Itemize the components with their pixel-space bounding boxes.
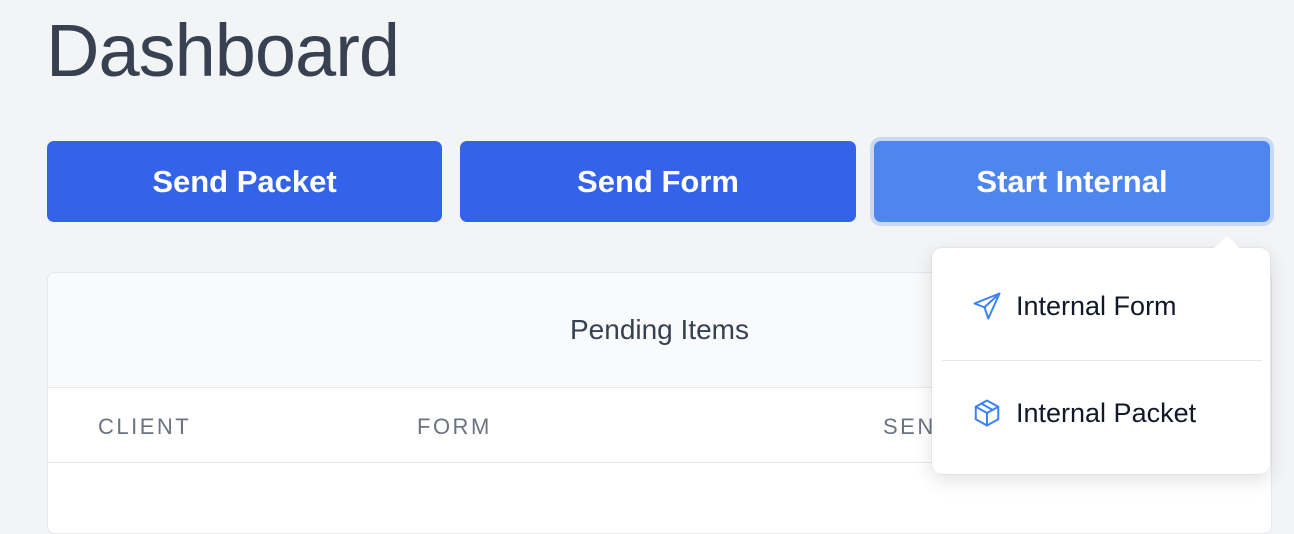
dropdown-item-label: Internal Packet (1016, 397, 1197, 428)
paper-plane-icon (973, 292, 1001, 320)
package-box-icon (974, 399, 1000, 427)
page-title: Dashboard (46, 9, 400, 92)
column-header-sent[interactable]: SEN (883, 414, 936, 440)
start-internal-dropdown: Internal Form Internal Packet (932, 235, 1270, 474)
send-form-button[interactable]: Send Form (460, 141, 856, 222)
dropdown-divider (942, 360, 1262, 361)
dropdown-item-internal-packet[interactable]: Internal Packet (932, 363, 1270, 463)
start-internal-button[interactable]: Start Internal (874, 141, 1270, 222)
pending-items-title: Pending Items (570, 314, 749, 345)
send-packet-button[interactable]: Send Packet (47, 141, 442, 222)
column-header-client[interactable]: CLIENT (98, 414, 191, 440)
dropdown-item-label: Internal Form (1016, 290, 1177, 321)
dropdown-item-internal-form[interactable]: Internal Form (932, 256, 1270, 356)
column-header-form[interactable]: FORM (417, 414, 492, 440)
